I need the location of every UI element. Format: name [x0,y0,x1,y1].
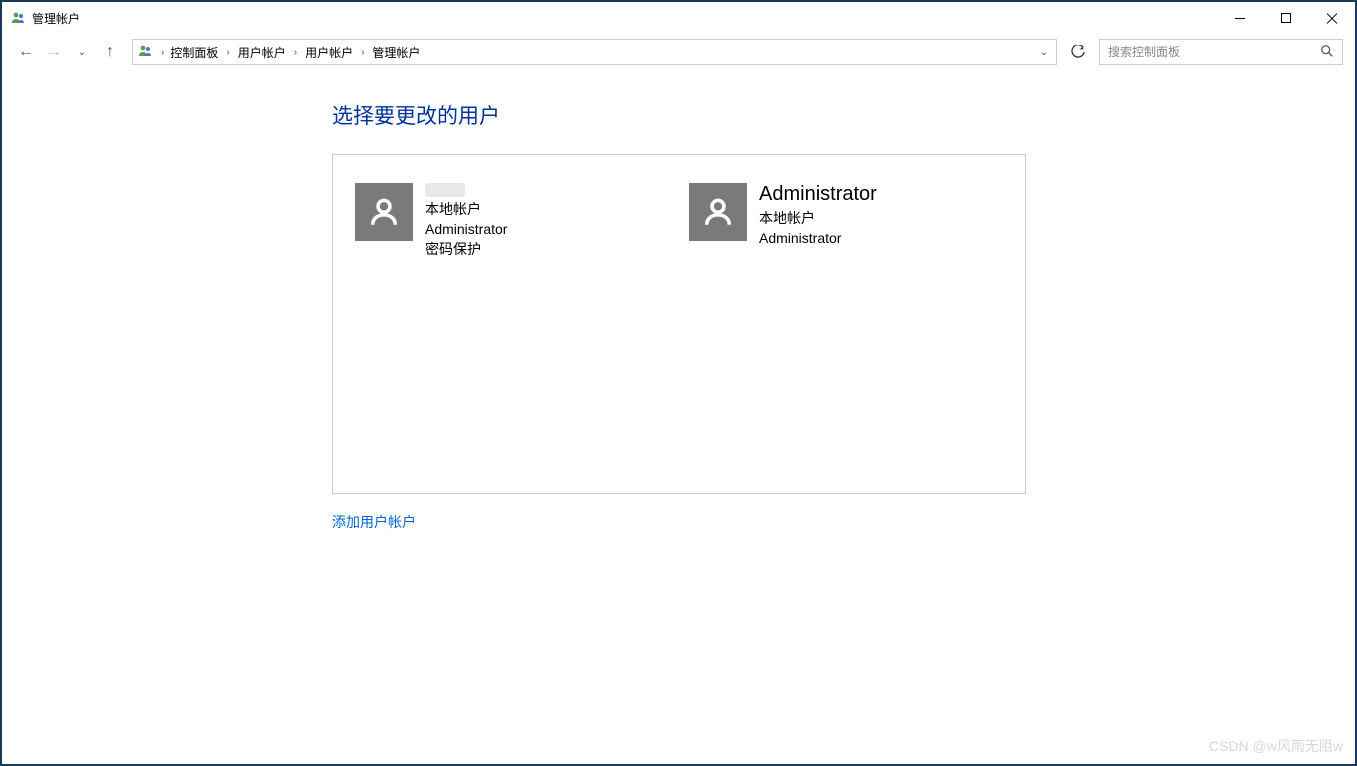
user-avatar-icon [355,183,413,241]
user-info: 本地帐户 Administrator 密码保护 [425,183,507,259]
user-role: Administrator [759,229,877,248]
address-icon [137,43,155,61]
user-list-panel: 本地帐户 Administrator 密码保护 Administrator 本地… [332,154,1026,494]
user-account-type: 本地帐户 [759,209,877,228]
content-area: 选择要更改的用户 本地帐户 Administrator 密码保护 [2,70,1355,532]
window-title: 管理帐户 [32,10,80,27]
refresh-button[interactable] [1065,40,1091,64]
back-button[interactable]: ← [14,40,38,64]
page-title: 选择要更改的用户 [332,100,1032,130]
recent-dropdown[interactable]: ⌄ [70,40,94,64]
crumb-user-accounts-2[interactable]: 用户帐户 [301,42,357,63]
user-name: Administrator [759,183,877,205]
crumb-manage-accounts[interactable]: 管理帐户 [368,42,424,63]
user-password-status: 密码保护 [425,240,507,259]
breadcrumb: 控制面板 › 用户帐户 › 用户帐户 › 管理帐户 [166,42,424,63]
search-box[interactable] [1099,39,1343,65]
chevron-right-icon: › [359,47,366,58]
crumb-control-panel[interactable]: 控制面板 [166,42,222,63]
search-input[interactable] [1108,45,1320,59]
address-dropdown[interactable]: ⌄ [1036,43,1052,62]
chevron-right-icon: › [292,47,299,58]
maximize-button[interactable] [1263,3,1309,33]
minimize-button[interactable] [1217,3,1263,33]
up-button[interactable]: ↑ [98,40,122,64]
user-role: Administrator [425,220,507,239]
crumb-user-accounts-1[interactable]: 用户帐户 [234,42,290,63]
forward-button[interactable]: → [42,40,66,64]
navbar: ← → ⌄ ↑ › 控制面板 › 用户帐户 › 用户帐户 › 管理帐户 ⌄ [2,34,1355,70]
watermark: CSDN @w风雨无阻w [1209,736,1343,756]
user-avatar-icon [689,183,747,241]
user-account-type: 本地帐户 [425,200,507,219]
user-card[interactable]: 本地帐户 Administrator 密码保护 [355,183,669,465]
search-icon [1320,44,1334,61]
user-info: Administrator 本地帐户 Administrator [759,183,877,248]
close-button[interactable] [1309,3,1355,33]
window-controls [1217,3,1355,33]
user-card[interactable]: Administrator 本地帐户 Administrator [689,183,1003,465]
user-name-redacted [425,183,465,197]
add-account-link[interactable]: 添加用户帐户 [332,512,416,532]
address-bar[interactable]: › 控制面板 › 用户帐户 › 用户帐户 › 管理帐户 ⌄ [132,39,1057,65]
chevron-right-icon: › [224,47,231,58]
refresh-icon [1071,45,1085,59]
app-icon [10,10,26,26]
chevron-right-icon: › [159,47,166,58]
titlebar: 管理帐户 [2,2,1355,34]
